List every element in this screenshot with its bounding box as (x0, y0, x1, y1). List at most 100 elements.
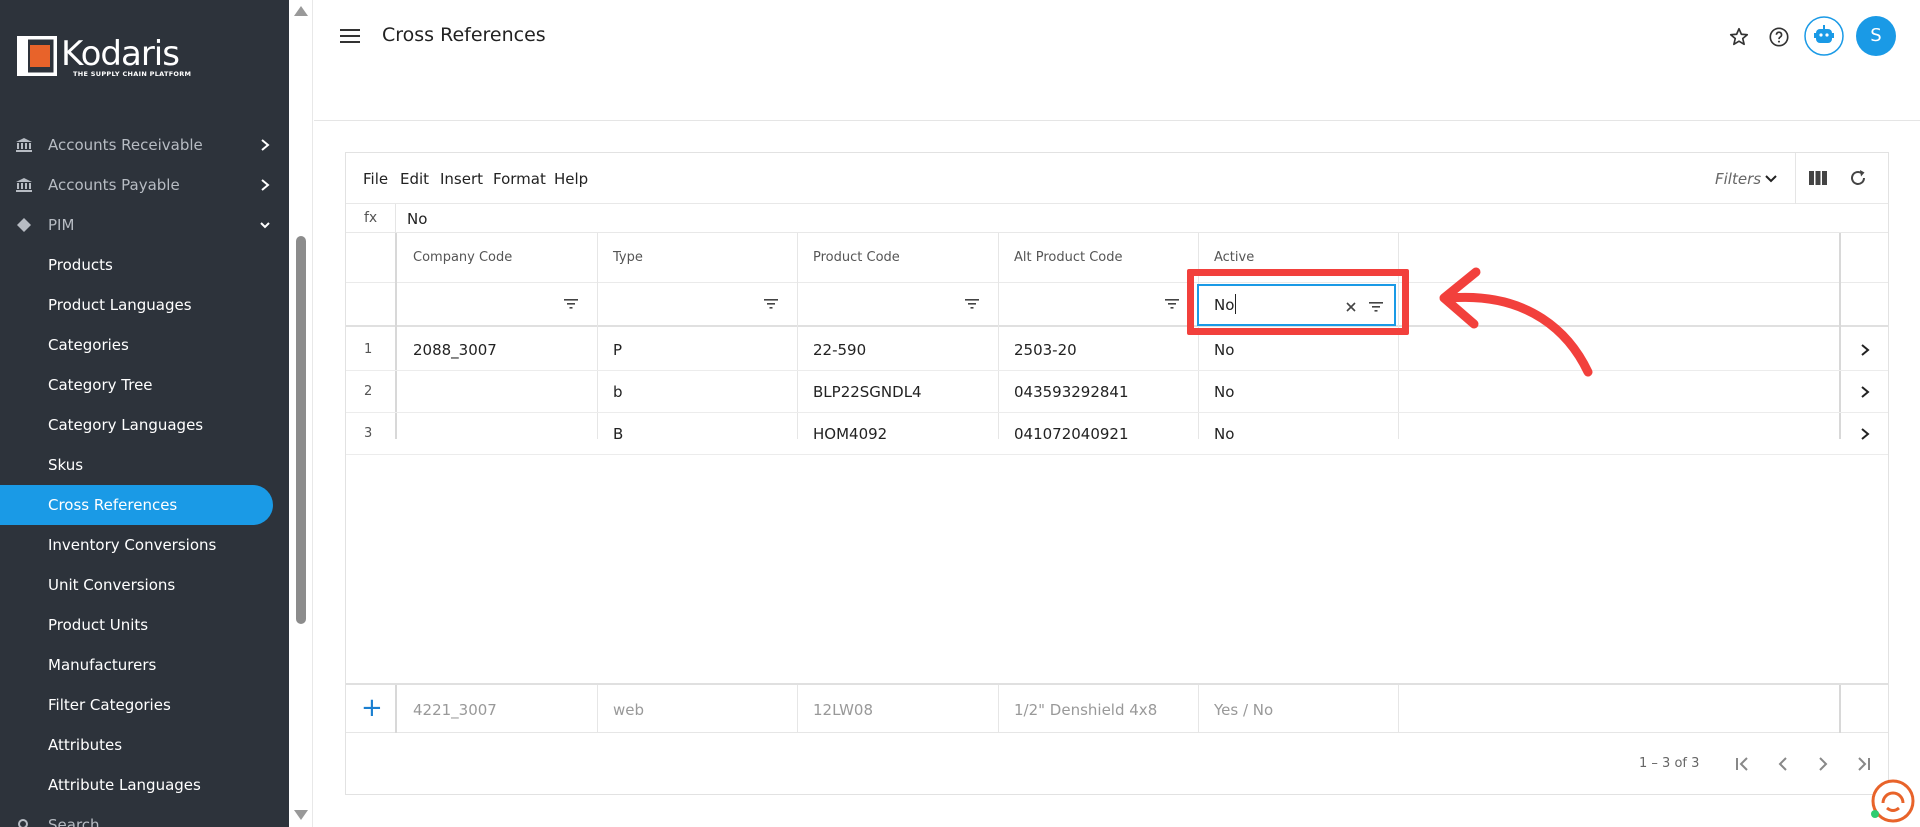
column-header-company-code[interactable]: Company Code (413, 250, 512, 265)
columns-icon[interactable] (1809, 170, 1827, 186)
sidebar-item-label: Skus (48, 456, 84, 474)
menu-icon[interactable] (340, 28, 360, 44)
cell-product-code[interactable]: 22-590 (813, 341, 866, 359)
chat-support-icon[interactable] (1869, 777, 1915, 823)
table-row[interactable]: 2 b BLP22SGNDL4 043593292841 No (346, 371, 1888, 413)
column-header-type[interactable]: Type (613, 250, 643, 265)
new-active-input[interactable]: Yes / No (1214, 701, 1273, 719)
sidebar-item-accounts-receivable[interactable]: Accounts Receivable (0, 125, 289, 165)
sidebar-item-manufacturers[interactable]: Manufacturers (0, 645, 289, 685)
next-page-icon[interactable] (1814, 756, 1832, 772)
cell-type[interactable]: B (613, 425, 623, 443)
new-company-code-input[interactable]: 4221_3007 (413, 701, 497, 719)
column-header-product-code[interactable]: Product Code (813, 250, 900, 265)
sidebar-item-cross-references[interactable]: Cross References (0, 485, 273, 525)
chevron-right-icon[interactable] (1858, 342, 1872, 358)
sidebar-item-skus[interactable]: Skus (0, 445, 289, 485)
last-page-icon[interactable] (1854, 756, 1872, 772)
pagination-range: 1 – 3 of 3 (1639, 756, 1700, 771)
column-header-active[interactable]: Active (1214, 250, 1254, 265)
sidebar-item-label: Inventory Conversions (48, 536, 217, 554)
cell-product-code[interactable]: HOM4092 (813, 425, 887, 443)
cell-alt-product-code[interactable]: 041072040921 (1014, 425, 1129, 443)
first-page-icon[interactable] (1734, 756, 1752, 772)
new-alt-product-code-input[interactable]: 1/2" Denshield 4x8 (1014, 701, 1157, 719)
menu-format[interactable]: Format (493, 170, 546, 188)
cell-company-code[interactable]: 2088_3007 (413, 341, 497, 359)
sidebar-item-product-languages[interactable]: Product Languages (0, 285, 289, 325)
sidebar-item-label: Category Tree (48, 376, 153, 394)
refresh-icon[interactable] (1849, 169, 1867, 187)
sidebar-item-filter-categories[interactable]: Filter Categories (0, 685, 289, 725)
cell-alt-product-code[interactable]: 2503-20 (1014, 341, 1077, 359)
cell-active[interactable]: No (1214, 425, 1234, 443)
scroll-up-icon[interactable] (294, 6, 308, 16)
column-header-alt-product-code[interactable]: Alt Product Code (1014, 250, 1123, 265)
kodaris-logo-icon (17, 36, 57, 76)
add-row-button[interactable]: + (361, 693, 383, 723)
sidebar-item-label: Unit Conversions (48, 576, 176, 594)
sidebar-item-product-units[interactable]: Product Units (0, 605, 289, 645)
cell-alt-product-code[interactable]: 043593292841 (1014, 383, 1129, 401)
formula-value[interactable]: No (407, 210, 427, 228)
sidebar-item-label: Product Languages (48, 296, 192, 314)
new-row: + 4221_3007 web 12LW08 1/2" Denshield 4x… (346, 683, 1888, 733)
grid-divider (395, 233, 397, 329)
new-product-code-input[interactable]: 12LW08 (813, 701, 873, 719)
help-icon[interactable] (1768, 26, 1790, 48)
avatar[interactable]: S (1856, 16, 1896, 56)
menu-help[interactable]: Help (554, 170, 588, 188)
table-row[interactable]: 3 B HOM4092 041072040921 No (346, 413, 1888, 455)
chevron-down-icon[interactable] (1764, 173, 1778, 185)
bank-icon (16, 178, 32, 192)
grid-menubar: File Edit Insert Format Help Filters (346, 153, 1888, 204)
table-row[interactable]: 1 2088_3007 P 22-590 2503-20 No (346, 329, 1888, 371)
chevron-right-icon (261, 179, 270, 191)
row-number: 2 (364, 384, 373, 399)
grid-header-row: Company Code Type Product Code Alt Produ… (346, 233, 1888, 283)
cell-type[interactable]: P (613, 341, 622, 359)
sidebar-item-category-tree[interactable]: Category Tree (0, 365, 289, 405)
cell-product-code[interactable]: BLP22SGNDL4 (813, 383, 922, 401)
cell-type[interactable]: b (613, 383, 623, 401)
filter-icon[interactable] (564, 299, 578, 309)
sidebar-item-products[interactable]: Products (0, 245, 289, 285)
scroll-down-icon[interactable] (294, 810, 308, 820)
sidebar-item-categories[interactable]: Categories (0, 325, 289, 365)
filters-dropdown[interactable]: Filters (1715, 170, 1761, 188)
grid-filter-row (346, 283, 1888, 327)
assistant-bot-icon[interactable] (1804, 16, 1844, 56)
new-type-input[interactable]: web (613, 701, 644, 719)
sidebar-scroll-thumb[interactable] (296, 236, 306, 624)
grid-divider (1198, 685, 1199, 733)
cell-active[interactable]: No (1214, 383, 1234, 401)
sidebar-item-unit-conversions[interactable]: Unit Conversions (0, 565, 289, 605)
chevron-right-icon[interactable] (1858, 384, 1872, 400)
sidebar-item-inventory-conversions[interactable]: Inventory Conversions (0, 525, 289, 565)
sidebar-item-attribute-languages[interactable]: Attribute Languages (0, 765, 289, 805)
sidebar-item-label: Search (48, 816, 100, 827)
sidebar-item-attributes[interactable]: Attributes (0, 725, 289, 765)
chevron-down-icon (260, 222, 270, 229)
menu-edit[interactable]: Edit (400, 170, 429, 188)
tag-icon (17, 218, 31, 232)
menu-insert[interactable]: Insert (440, 170, 483, 188)
filter-icon[interactable] (1165, 299, 1179, 309)
previous-page-icon[interactable] (1774, 756, 1792, 772)
kodaris-logo[interactable]: Kodaris THE SUPPLY CHAIN PLATFORM (17, 36, 191, 78)
page-header: Cross References S (314, 0, 1920, 121)
sidebar-item-label: Categories (48, 336, 129, 354)
star-icon[interactable] (1728, 26, 1750, 48)
bank-icon (16, 138, 32, 152)
sidebar-item-label: Attributes (48, 736, 123, 754)
cell-active[interactable]: No (1214, 341, 1234, 359)
sidebar-item-category-languages[interactable]: Category Languages (0, 405, 289, 445)
filter-icon[interactable] (965, 299, 979, 309)
filter-icon[interactable] (764, 299, 778, 309)
sidebar-item-search[interactable]: Search (0, 805, 289, 827)
sidebar-item-pim[interactable]: PIM (0, 205, 289, 245)
search-icon (18, 819, 28, 827)
sidebar-item-accounts-payable[interactable]: Accounts Payable (0, 165, 289, 205)
menu-file[interactable]: File (363, 170, 388, 188)
chevron-right-icon[interactable] (1858, 426, 1872, 442)
